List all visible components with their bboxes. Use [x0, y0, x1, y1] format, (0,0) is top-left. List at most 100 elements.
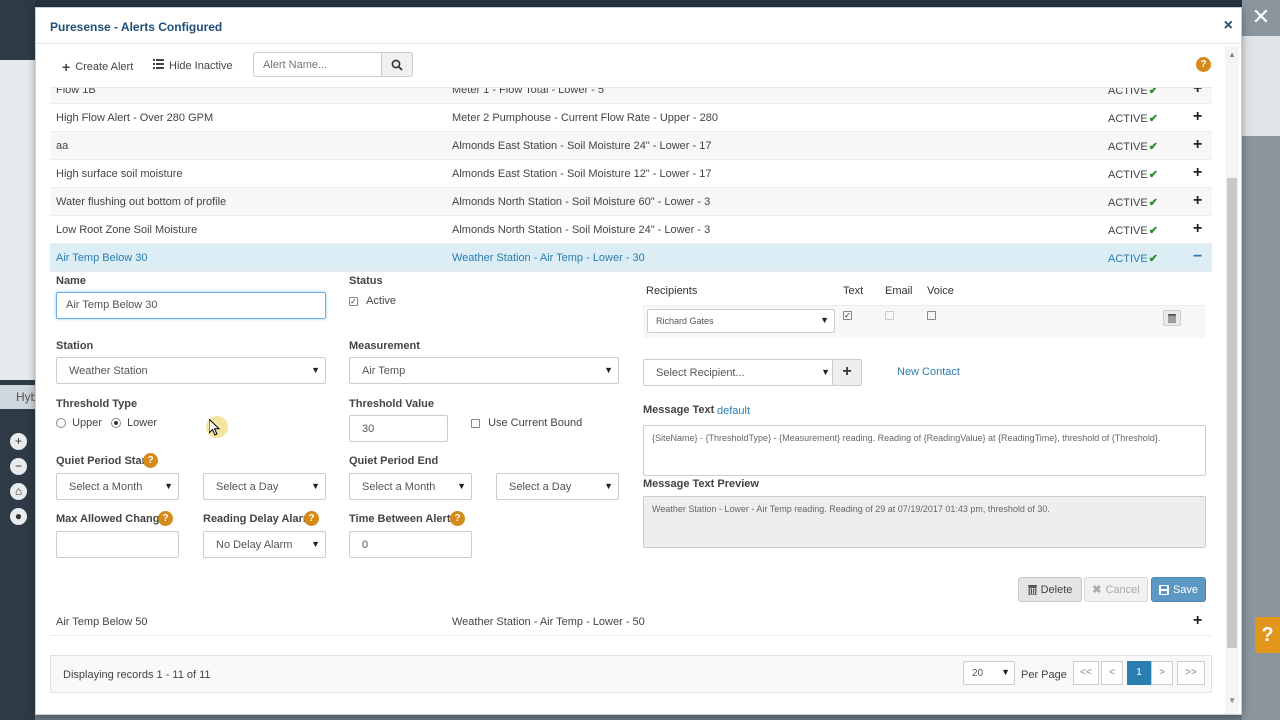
reading-delay-alarm-select[interactable]: No Delay Alarm ▼: [203, 531, 326, 558]
page-button[interactable]: 1: [1127, 661, 1151, 685]
quiet-period-start-help-icon[interactable]: ?: [143, 453, 158, 468]
use-current-bound-checkbox[interactable]: [471, 418, 480, 428]
checkmark-icon: ✔: [1148, 113, 1158, 125]
text-column-header: Text: [843, 285, 864, 297]
alert-row[interactable]: High Flow Alert - Over 280 GPM Meter 2 Pu…: [50, 104, 1212, 132]
recipient-select[interactable]: Richard Gates ▼: [647, 309, 835, 333]
alert-status-text: ACTIVE: [1108, 197, 1148, 209]
alert-row[interactable]: Low Root Zone Soil Moisture Almonds North…: [50, 216, 1212, 244]
trash-icon: [1168, 314, 1176, 324]
recipient-text-checkbox[interactable]: ✓: [843, 311, 852, 320]
alert-status: ACTIVE✔: [1108, 88, 1158, 97]
expand-icon[interactable]: +: [1193, 612, 1202, 630]
quiet-end-month-value: Select a Month: [362, 481, 436, 493]
trash-icon: [1027, 585, 1037, 595]
message-text-input[interactable]: {SiteName} - {ThresholdType} - {Measurem…: [643, 425, 1206, 476]
max-allowed-change-input[interactable]: [56, 531, 179, 558]
page-button[interactable]: <<: [1073, 661, 1099, 685]
time-between-alerts-input[interactable]: 0: [349, 531, 472, 558]
home-icon: ⌂: [10, 483, 27, 500]
create-alert-label: Create Alert: [75, 61, 134, 73]
quiet-start-day-select[interactable]: Select a Day ▼: [203, 473, 326, 500]
recipient-voice-checkbox[interactable]: [927, 311, 936, 320]
recipient-email-checkbox[interactable]: [885, 311, 894, 320]
close-icon[interactable]: ×: [1224, 18, 1233, 34]
quiet-start-month-select[interactable]: Select a Month ▼: [56, 473, 179, 500]
active-checkbox[interactable]: ✓: [349, 296, 358, 306]
lower-radio[interactable]: [111, 418, 121, 429]
alert-name: Flow 1B: [56, 88, 96, 96]
name-input[interactable]: Air Temp Below 30: [56, 292, 326, 319]
chevron-down-icon: ▼: [604, 481, 613, 491]
scroll-down-arrow-icon[interactable]: ▼: [1228, 696, 1236, 705]
scroll-up-arrow-icon[interactable]: ▲: [1228, 50, 1236, 59]
select-recipient-dropdown[interactable]: Select Recipient... ▼: [643, 359, 836, 386]
expand-icon[interactable]: +: [1193, 192, 1202, 210]
delete-button[interactable]: Delete: [1018, 577, 1082, 602]
hide-inactive-button[interactable]: Hide Inactive: [153, 59, 233, 72]
alert-search: [253, 52, 413, 77]
chevron-down-icon: ▼: [604, 365, 613, 375]
expand-icon[interactable]: +: [1193, 164, 1202, 182]
scrollbar-thumb[interactable]: [1227, 178, 1237, 648]
alert-status-text: ACTIVE: [1108, 169, 1148, 181]
message-preview-text: Weather Station - Lower - Air Temp readi…: [643, 496, 1206, 548]
alert-row[interactable]: Water flushing out bottom of profile Almo…: [50, 188, 1212, 216]
page-button[interactable]: <: [1101, 661, 1123, 685]
alerts-list: Flow 1B Meter 1 - Flow Total - Lower - 5 A…: [50, 88, 1212, 272]
quiet-start-day-value: Select a Day: [216, 481, 279, 493]
floppy-disk-icon: [1158, 584, 1169, 595]
help-icon[interactable]: ?: [1196, 57, 1211, 72]
search-button[interactable]: [381, 52, 413, 77]
alert-rule: Weather Station - Air Temp - Lower - 30: [452, 252, 645, 264]
expand-icon[interactable]: +: [1193, 220, 1202, 238]
alert-row[interactable]: Flow 1B Meter 1 - Flow Total - Lower - 5 A…: [50, 88, 1212, 104]
checkmark-icon: ✔: [1148, 169, 1158, 181]
quiet-end-month-select[interactable]: Select a Month ▼: [349, 473, 472, 500]
alert-status-text: ACTIVE: [1108, 225, 1148, 237]
threshold-upper-option[interactable]: Upper: [56, 417, 102, 429]
alert-status: ACTIVE✔: [1108, 196, 1158, 209]
alert-row[interactable]: Air Temp Below 50 Weather Station - Air T…: [50, 608, 1212, 636]
page-button[interactable]: >>: [1177, 661, 1205, 685]
checkmark-icon: ✔: [1148, 253, 1158, 265]
add-recipient-button[interactable]: +: [832, 359, 862, 386]
alert-name-search-input[interactable]: [253, 52, 381, 77]
expand-icon[interactable]: +: [1193, 108, 1202, 126]
alert-status-text: ACTIVE: [1108, 88, 1148, 97]
max-allowed-change-help-icon[interactable]: ?: [158, 511, 173, 526]
new-contact-link[interactable]: New Contact: [897, 366, 960, 378]
measurement-select[interactable]: Air Temp ▼: [349, 357, 619, 384]
alert-status: ACTIVE✔: [1108, 140, 1158, 153]
create-alert-button[interactable]: + Create Alert: [62, 59, 133, 75]
checkmark-icon: ✔: [1148, 88, 1158, 97]
collapse-icon[interactable]: −: [1193, 248, 1202, 266]
default-message-link[interactable]: default: [717, 405, 750, 417]
hide-inactive-label: Hide Inactive: [169, 59, 233, 72]
upper-radio[interactable]: [56, 418, 66, 429]
alert-row[interactable]: aa Almonds East Station - Soil Moisture 2…: [50, 132, 1212, 160]
alert-name: Air Temp Below 30: [56, 252, 148, 264]
chevron-down-icon: ▼: [820, 315, 829, 325]
per-page-select[interactable]: 20 ▼: [963, 661, 1015, 685]
station-select[interactable]: Weather Station ▼: [56, 357, 326, 384]
cancel-button[interactable]: ✖ Cancel: [1084, 577, 1148, 602]
page-button[interactable]: >: [1151, 661, 1173, 685]
threshold-lower-option[interactable]: Lower: [111, 417, 157, 429]
expand-icon[interactable]: +: [1193, 88, 1202, 98]
zoom-out-icon: −: [10, 458, 27, 475]
remove-recipient-button[interactable]: [1163, 310, 1181, 326]
reading-delay-alarm-help-icon[interactable]: ?: [304, 511, 319, 526]
quiet-end-day-select[interactable]: Select a Day ▼: [496, 473, 619, 500]
expand-icon[interactable]: +: [1193, 136, 1202, 154]
chevron-down-icon: ▼: [821, 367, 830, 377]
alert-status: ACTIVE✔: [1108, 168, 1158, 181]
alert-name: High surface soil moisture: [56, 168, 183, 180]
threshold-value-input[interactable]: 30: [349, 415, 448, 442]
alert-row[interactable]: High surface soil moisture Almonds East S…: [50, 160, 1212, 188]
records-count: Displaying records 1 - 11 of 11: [63, 669, 211, 681]
recipient-row: Richard Gates ▼ ✓: [643, 306, 1205, 338]
save-button[interactable]: Save: [1151, 577, 1206, 602]
time-between-alerts-help-icon[interactable]: ?: [450, 511, 465, 526]
alert-name: Low Root Zone Soil Moisture: [56, 224, 198, 236]
